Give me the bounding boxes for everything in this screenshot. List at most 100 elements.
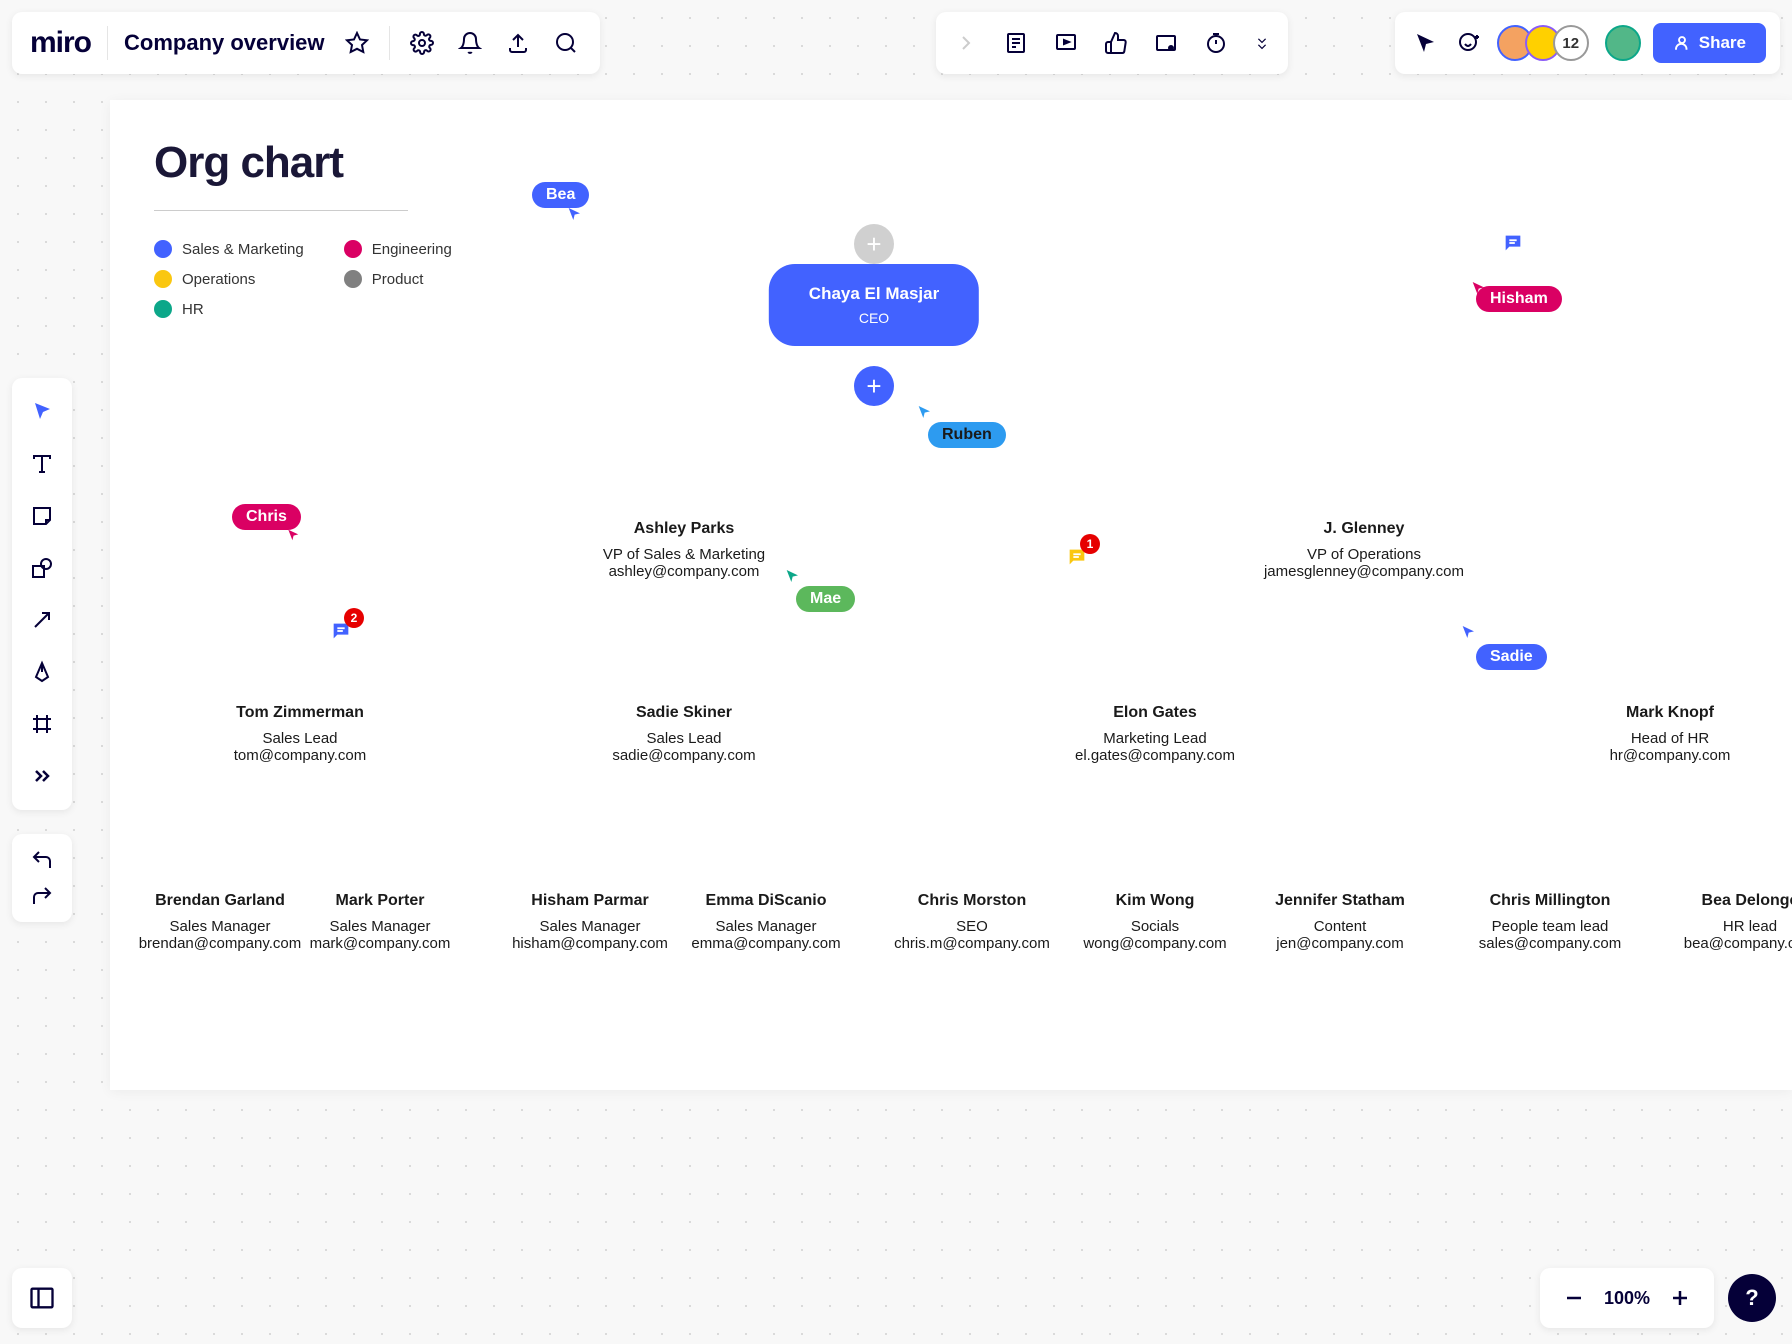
undo-icon[interactable] [26, 844, 58, 876]
node-email: bea@company.com [1620, 935, 1792, 952]
share-button-label: Share [1699, 33, 1746, 53]
node-role: Sales Lead [554, 730, 814, 747]
legend: Sales & Marketing Engineering Operations… [154, 240, 452, 318]
undo-redo-toolbar [12, 834, 72, 922]
legend-label: Product [372, 271, 424, 288]
export-icon[interactable] [502, 27, 534, 59]
current-user-avatar[interactable] [1605, 25, 1641, 61]
node-email: ashley@company.com [554, 563, 814, 580]
org-node[interactable]: Bea Delonge HR lead bea@company.com [1620, 892, 1792, 952]
avatar-overflow-count[interactable]: 12 [1553, 25, 1589, 61]
top-center-toolbar [936, 12, 1288, 74]
frames-panel-button[interactable] [12, 1268, 72, 1328]
node-name: Elon Gates [1025, 704, 1285, 722]
arrow-tool-icon[interactable] [20, 598, 64, 642]
node-role: VP of Operations [1234, 546, 1494, 563]
card-icon[interactable] [1150, 27, 1182, 59]
org-node[interactable]: Ashley Parks VP of Sales & Marketing ash… [554, 520, 814, 580]
chevron-right-icon[interactable] [950, 27, 982, 59]
divider [389, 26, 390, 60]
sticky-note-tool-icon[interactable] [20, 494, 64, 538]
collaborator-avatars[interactable]: 12 [1497, 25, 1589, 61]
cursor-label: Chris [232, 504, 301, 530]
node-email: hr@company.com [1540, 747, 1792, 764]
bell-icon[interactable] [454, 27, 486, 59]
text-tool-icon[interactable] [20, 442, 64, 486]
pen-tool-icon[interactable] [20, 650, 64, 694]
redo-icon[interactable] [26, 880, 58, 912]
cursor-label: Sadie [1476, 644, 1547, 670]
legend-item: Sales & Marketing [154, 240, 304, 258]
legend-label: Sales & Marketing [182, 241, 304, 258]
node-role: VP of Sales & Marketing [554, 546, 814, 563]
legend-dot [344, 240, 362, 258]
legend-label: Engineering [372, 241, 452, 258]
comment-icon[interactable] [1498, 228, 1528, 258]
ceo-node[interactable]: Chaya El Masjar CEO [769, 264, 979, 346]
node-name: Ashley Parks [554, 520, 814, 538]
add-parent-button[interactable]: + [854, 224, 894, 264]
node-name: J. Glenney [1234, 520, 1494, 538]
shape-tool-icon[interactable] [20, 546, 64, 590]
more-tools-icon[interactable] [20, 754, 64, 798]
org-node[interactable]: Mark Knopf Head of HR hr@company.com [1540, 704, 1792, 764]
top-left-toolbar: miro Company overview [12, 12, 600, 74]
cursor-label: Ruben [928, 422, 1006, 448]
bottom-right-controls: 100% ? [1540, 1268, 1776, 1328]
org-node[interactable]: Elon Gates Marketing Lead el.gates@compa… [1025, 704, 1285, 764]
comment-icon[interactable]: 1 [1062, 542, 1092, 572]
org-chart-frame[interactable]: Org chart Sales & Marketing Engineering … [110, 100, 1792, 1090]
search-icon[interactable] [550, 27, 582, 59]
org-node[interactable]: Tom Zimmerman Sales Lead tom@company.com [170, 704, 430, 764]
legend-dot [154, 300, 172, 318]
cursor-play-icon[interactable] [1409, 27, 1441, 59]
node-name: Mark Knopf [1540, 704, 1792, 722]
board-title[interactable]: Company overview [124, 30, 325, 56]
node-role: Marketing Lead [1025, 730, 1285, 747]
org-node[interactable]: J. Glenney VP of Operations jamesglenney… [1234, 520, 1494, 580]
app-logo[interactable]: miro [30, 26, 91, 60]
node-role: HR lead [1620, 918, 1792, 935]
comment-icon[interactable]: 2 [326, 616, 356, 646]
node-name: Tom Zimmerman [170, 704, 430, 722]
zoom-control: 100% [1540, 1268, 1714, 1328]
divider [107, 26, 108, 60]
collaborator-cursor: Sadie [1476, 644, 1547, 670]
settings-icon[interactable] [406, 27, 438, 59]
top-right-toolbar: 12 Share [1395, 12, 1780, 74]
collaborator-cursor: Mae [796, 586, 855, 612]
zoom-out-icon[interactable] [1558, 1282, 1590, 1314]
zoom-value[interactable]: 100% [1604, 1288, 1650, 1309]
legend-item: Engineering [344, 240, 452, 258]
node-role: CEO [809, 310, 939, 326]
frame-tool-icon[interactable] [20, 702, 64, 746]
cursor-label: Bea [532, 182, 589, 208]
node-email: el.gates@company.com [1025, 747, 1285, 764]
more-icon[interactable] [1250, 27, 1274, 59]
legend-dot [154, 270, 172, 288]
node-name: Sadie Skiner [554, 704, 814, 722]
help-button[interactable]: ? [1728, 1274, 1776, 1322]
node-email: jamesglenney@company.com [1234, 563, 1494, 580]
node-email: sadie@company.com [554, 747, 814, 764]
org-node[interactable]: Sadie Skiner Sales Lead sadie@company.co… [554, 704, 814, 764]
reactions-icon[interactable] [1453, 27, 1485, 59]
presentation-icon[interactable] [1050, 27, 1082, 59]
star-icon[interactable] [341, 27, 373, 59]
collaborator-cursor: Bea [532, 182, 589, 208]
select-tool-icon[interactable] [20, 390, 64, 434]
node-role: Sales Lead [170, 730, 430, 747]
note-icon[interactable] [1000, 27, 1032, 59]
timer-icon[interactable] [1200, 27, 1232, 59]
legend-item: HR [154, 300, 304, 318]
collaborator-cursor: Ruben [928, 422, 1006, 448]
frame-title[interactable]: Org chart [154, 138, 343, 188]
zoom-in-icon[interactable] [1664, 1282, 1696, 1314]
node-email: tom@company.com [170, 747, 430, 764]
share-button[interactable]: Share [1653, 23, 1766, 63]
cursor-label: Mae [796, 586, 855, 612]
add-child-button[interactable]: + [854, 366, 894, 406]
legend-item: Operations [154, 270, 304, 288]
legend-dot [344, 270, 362, 288]
thumbs-up-icon[interactable] [1100, 27, 1132, 59]
